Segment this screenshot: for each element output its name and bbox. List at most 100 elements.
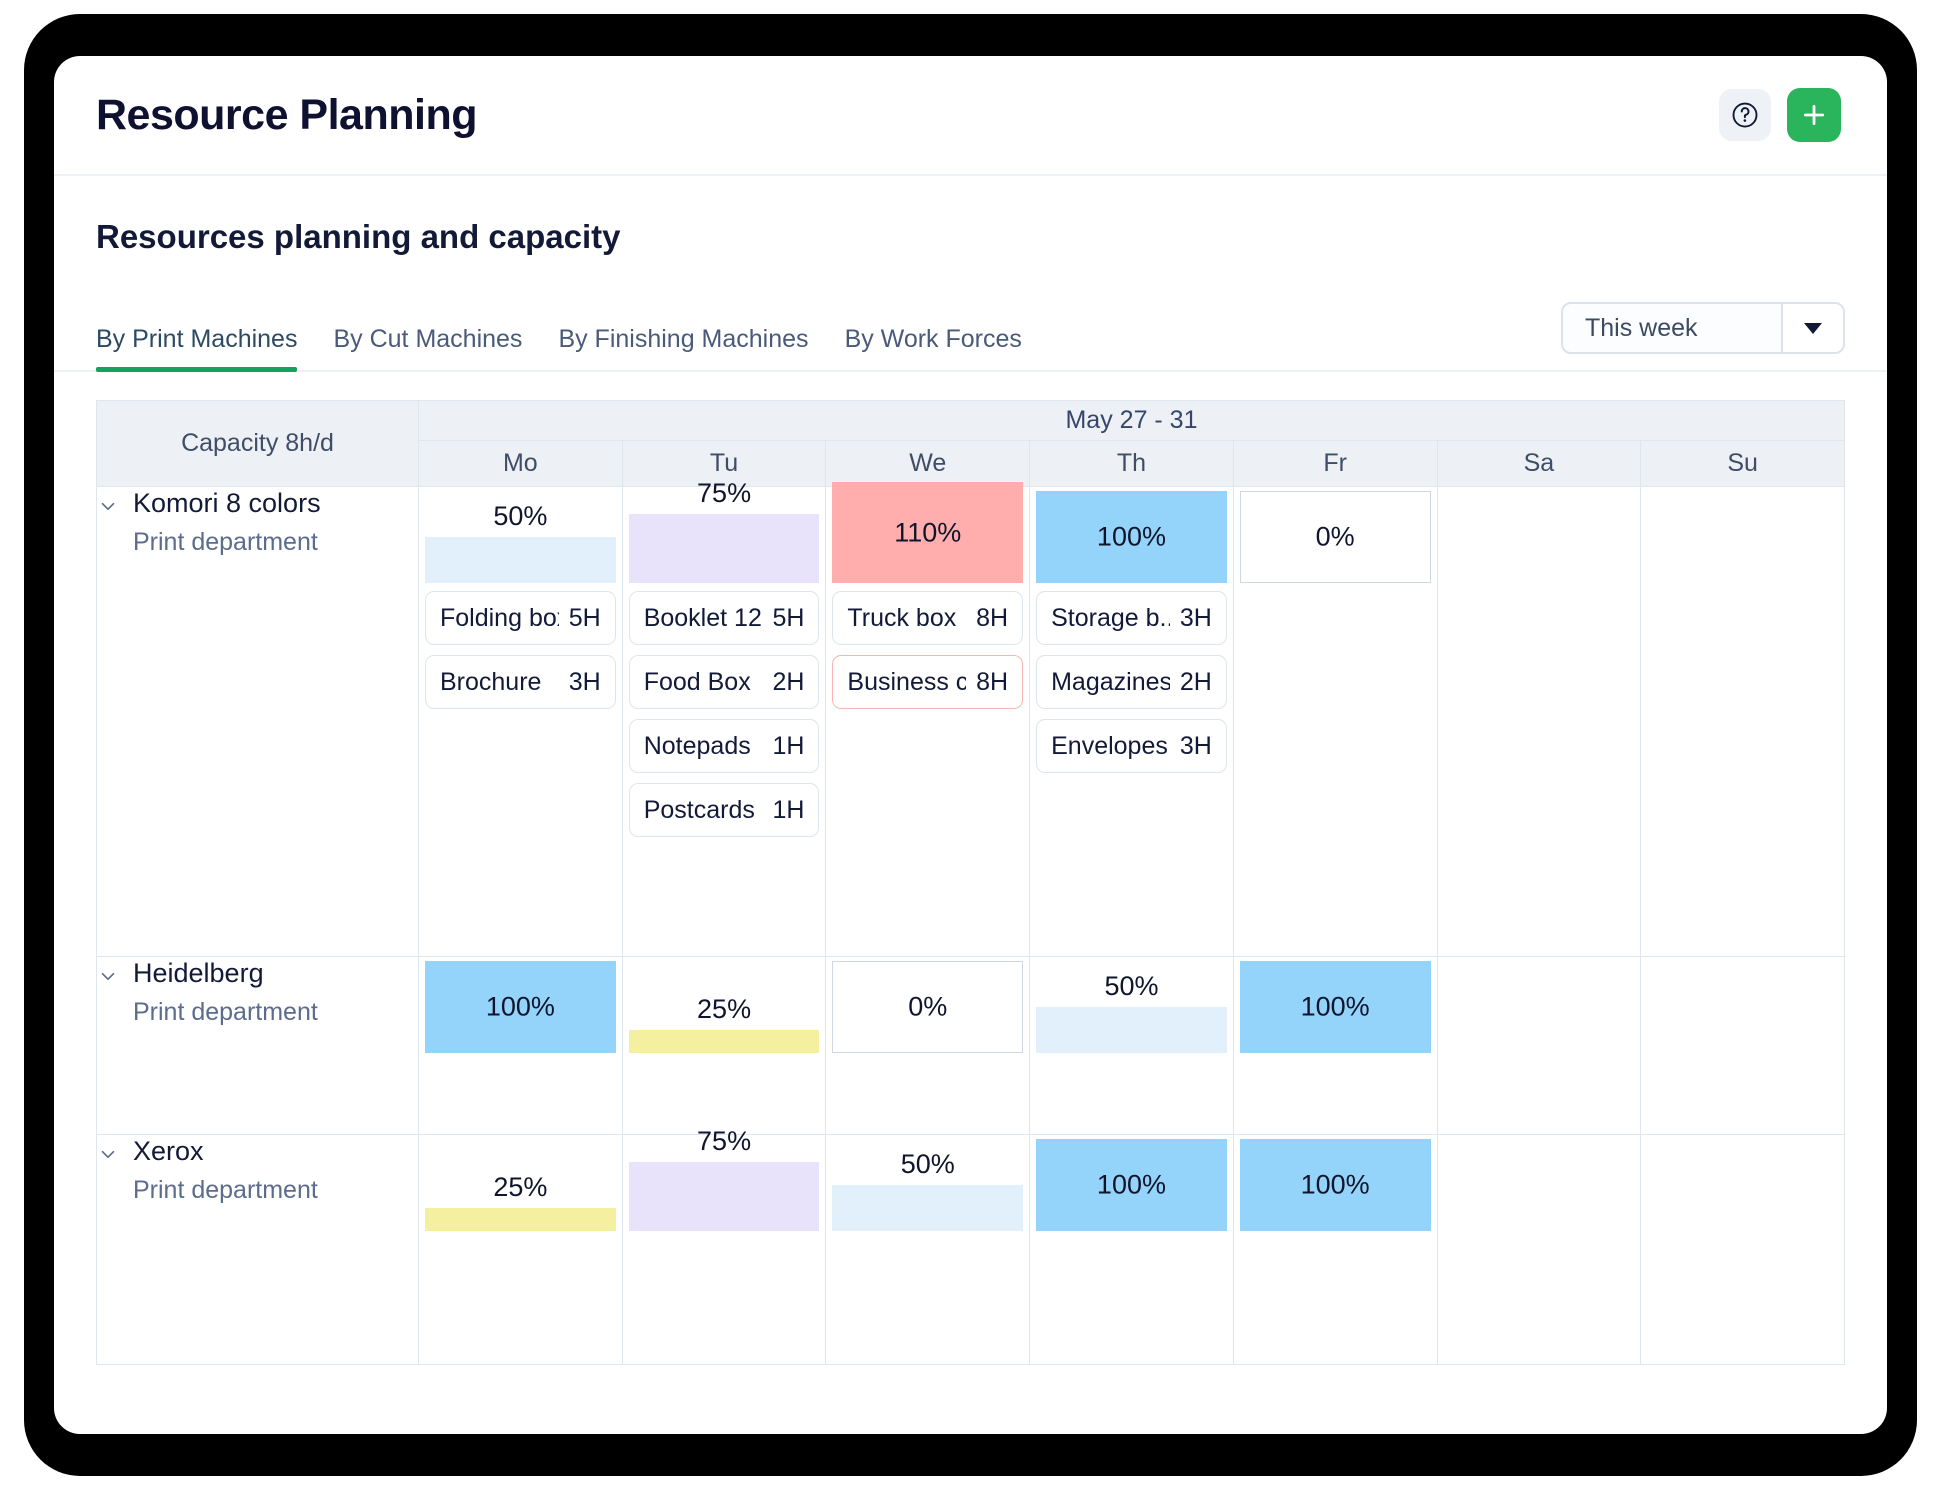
capacity-bar: 25% bbox=[628, 994, 820, 1053]
help-circle-icon bbox=[1732, 102, 1758, 128]
capacity-cell-fr[interactable]: 100% bbox=[1232, 956, 1438, 1135]
day-header-th: Th bbox=[1029, 440, 1234, 487]
day-header-sa: Sa bbox=[1436, 440, 1642, 487]
capacity-cell-mo[interactable]: 25% bbox=[418, 1134, 623, 1365]
resource-label-cell: Komori 8 colors Print department bbox=[96, 486, 419, 957]
capacity-percent-label: 0% bbox=[1315, 521, 1355, 552]
day-header-we: We bbox=[825, 440, 1031, 487]
day-header-mo: Mo bbox=[418, 440, 623, 487]
capacity-percent-label: 100% bbox=[1096, 1169, 1166, 1200]
capacity-bar-box: 100% bbox=[1036, 491, 1227, 583]
task-hours: 2H bbox=[772, 667, 805, 696]
tabs-row: By Print Machines By Cut Machines By Fin… bbox=[54, 296, 1887, 372]
capacity-cell-th[interactable]: 50% bbox=[1029, 956, 1234, 1135]
capacity-bar: 0% bbox=[1239, 491, 1431, 583]
capacity-bar-box: 50% bbox=[425, 491, 616, 583]
task-chip-list: Truck box 8H Business c.. 8H bbox=[826, 583, 1029, 719]
task-chip[interactable]: Folding box 5H bbox=[425, 591, 616, 645]
capacity-cell-su[interactable] bbox=[1640, 486, 1845, 957]
task-hours: 3H bbox=[568, 667, 601, 696]
capacity-percent-label: 50% bbox=[900, 1149, 955, 1179]
section-title: Resources planning and capacity bbox=[96, 218, 621, 255]
capacity-cell-su[interactable] bbox=[1640, 1134, 1845, 1365]
capacity-cell-th[interactable]: 100% bbox=[1029, 1134, 1234, 1365]
capacity-percent-label: 75% bbox=[697, 478, 752, 508]
task-chip[interactable]: Brochure 3H bbox=[425, 655, 616, 709]
task-chip[interactable]: Magazines 2H bbox=[1036, 655, 1227, 709]
tab-by-finishing-machines[interactable]: By Finishing Machines bbox=[540, 325, 826, 370]
task-name: Magazines bbox=[1051, 667, 1170, 696]
capacity-bar: 50% bbox=[832, 1149, 1024, 1231]
task-chip[interactable]: Postcards 1H bbox=[628, 783, 820, 837]
capacity-cell-sa[interactable] bbox=[1436, 486, 1642, 957]
capacity-cell-we[interactable]: 110% Truck box 8H Business c.. 8H bbox=[825, 482, 1031, 957]
task-hours: 8H bbox=[976, 667, 1009, 696]
capacity-bar-box: 50% bbox=[1036, 961, 1227, 1053]
capacity-cell-sa[interactable] bbox=[1436, 1134, 1642, 1365]
capacity-bar-box: 100% bbox=[1239, 1139, 1431, 1231]
capacity-bar: 100% bbox=[1239, 961, 1431, 1053]
task-hours: 8H bbox=[976, 603, 1009, 632]
capacity-cell-fr[interactable]: 0% bbox=[1232, 486, 1438, 957]
task-chip[interactable]: Business c.. 8H bbox=[832, 655, 1024, 709]
tab-by-cut-machines[interactable]: By Cut Machines bbox=[315, 325, 540, 370]
capacity-cell-we[interactable]: 50% bbox=[825, 1134, 1031, 1365]
resource-name: Xerox bbox=[133, 1136, 204, 1166]
help-button[interactable] bbox=[1719, 89, 1771, 141]
task-name: Booklet 128.. bbox=[643, 603, 763, 632]
resource-department: Print department bbox=[133, 997, 318, 1026]
capacity-cell-tu[interactable]: 75% Booklet 128..5H Food Box 2H Notepads1H Po… bbox=[621, 478, 827, 957]
chevron-down-icon[interactable] bbox=[97, 495, 119, 522]
task-chip[interactable]: Truck box 8H bbox=[832, 591, 1024, 645]
task-chip[interactable]: Envelopes 3H bbox=[1036, 719, 1227, 773]
capacity-grid: Capacity 8h/d May 27 - 31 Mo Tu We Th Fr Sa Su… bbox=[96, 400, 1845, 1365]
capacity-percent-label: 100% bbox=[1300, 991, 1370, 1022]
period-select-toggle[interactable] bbox=[1781, 304, 1843, 352]
capacity-bar-box: 75% bbox=[628, 1126, 820, 1231]
capacity-bar: 100% bbox=[425, 961, 616, 1053]
grid-body: Komori 8 colors Print department 50% Foldin… bbox=[96, 478, 1845, 1365]
capacity-cell-tu[interactable]: 75% bbox=[621, 1126, 827, 1365]
capacity-cell-mo[interactable]: 50% Folding box 5H Brochure 3H bbox=[418, 486, 623, 957]
chevron-down-icon[interactable] bbox=[97, 965, 119, 992]
app-screen: Resource Planning Resources planning and… bbox=[54, 56, 1887, 1434]
add-button[interactable] bbox=[1787, 88, 1841, 142]
capacity-cell-fr[interactable]: 100% bbox=[1232, 1134, 1438, 1365]
capacity-cell-sa[interactable] bbox=[1436, 956, 1642, 1135]
resource-name: Heidelberg bbox=[133, 958, 264, 988]
capacity-bar-box: 25% bbox=[425, 1139, 616, 1231]
task-name: Food Box bbox=[643, 667, 751, 696]
task-hours: 2H bbox=[1179, 667, 1212, 696]
capacity-cell-tu[interactable]: 25% bbox=[621, 956, 827, 1135]
capacity-bar-box: 25% bbox=[628, 961, 820, 1053]
capacity-cell-th[interactable]: 100% Storage b.. 3H Magazines 2H Envelopes 3H bbox=[1029, 486, 1234, 957]
chevron-down-icon[interactable] bbox=[97, 1143, 119, 1170]
tab-by-work-forces[interactable]: By Work Forces bbox=[827, 325, 1040, 370]
resource-row: Komori 8 colors Print department 50% Foldin… bbox=[96, 478, 1845, 957]
capacity-percent-label: 25% bbox=[493, 1172, 548, 1202]
task-hours: 1H bbox=[772, 731, 805, 760]
capacity-percent-label: 100% bbox=[1096, 521, 1166, 552]
tab-by-print-machines[interactable]: By Print Machines bbox=[96, 325, 315, 372]
task-chip[interactable]: Booklet 128.. 5H bbox=[628, 591, 820, 645]
capacity-bar: 100% bbox=[1239, 1139, 1431, 1231]
capacity-cell-su[interactable] bbox=[1640, 956, 1845, 1135]
resource-row: Heidelberg Print department 100% 25% 0% 50% 10… bbox=[96, 956, 1845, 1135]
page-title: Resource Planning bbox=[96, 90, 477, 139]
task-chip[interactable]: Storage b.. 3H bbox=[1036, 591, 1227, 645]
date-range-header: May 27 - 31 bbox=[418, 400, 1845, 441]
capacity-cell-we[interactable]: 0% bbox=[825, 956, 1031, 1135]
capacity-bar-box: 100% bbox=[1036, 1139, 1227, 1231]
capacity-bar: 100% bbox=[1036, 1139, 1227, 1231]
task-hours: 3H bbox=[1179, 731, 1212, 760]
task-chip[interactable]: Food Box 2H bbox=[628, 655, 820, 709]
period-select[interactable]: This week bbox=[1561, 302, 1845, 354]
capacity-bar: 50% bbox=[1036, 971, 1227, 1053]
grid-header: Capacity 8h/d May 27 - 31 Mo Tu We Th Fr Sa Su bbox=[96, 400, 1845, 487]
capacity-percent-label: 50% bbox=[493, 501, 548, 531]
capacity-cell-mo[interactable]: 100% bbox=[418, 956, 623, 1135]
task-chip-list: Booklet 128..5H Food Box 2H Notepads1H Postc… bbox=[623, 583, 826, 847]
capacity-percent-label: 25% bbox=[697, 994, 752, 1024]
task-name: Folding box bbox=[440, 603, 559, 632]
task-chip[interactable]: Notepads 1H bbox=[628, 719, 820, 773]
